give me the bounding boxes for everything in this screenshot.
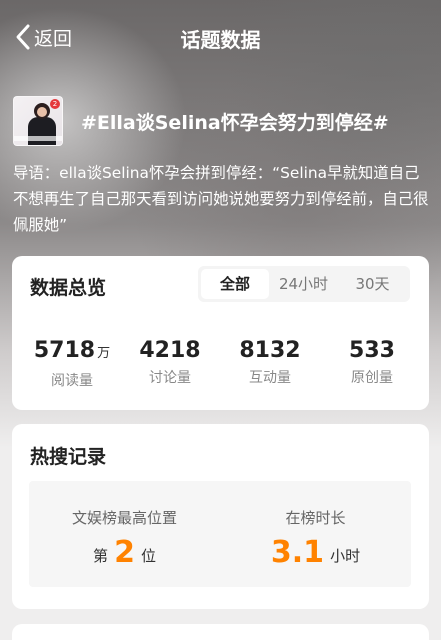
highest-rank: 文娱榜最高位置 第 2 位 bbox=[29, 481, 220, 587]
duration-label: 在榜时长 bbox=[285, 509, 346, 527]
tab-all[interactable]: 全部 bbox=[201, 269, 269, 299]
time-range-tabs: 全部 24小时 30天 bbox=[198, 266, 410, 302]
stat-value: 8132 bbox=[239, 338, 301, 363]
next-card bbox=[12, 624, 429, 640]
stat-interactions: 8132 互动量 bbox=[218, 338, 322, 387]
topic-intro: 导语：ella谈Selina怀孕会拼到停经：“Selina早就知道自己不想再生了… bbox=[13, 164, 429, 234]
tab-30d[interactable]: 30天 bbox=[338, 269, 407, 299]
stat-value: 533 bbox=[349, 338, 395, 363]
stat-originals: 533 原创量 bbox=[320, 338, 424, 387]
topic-header: 2 #Ella谈Selina怀孕会努力到停经# bbox=[13, 96, 433, 146]
rank-prefix: 第 bbox=[93, 547, 109, 565]
stat-label: 讨论量 bbox=[149, 370, 191, 386]
duration-unit: 小时 bbox=[330, 547, 361, 565]
page-title: 话题数据 bbox=[180, 28, 261, 52]
tab-24h[interactable]: 24小时 bbox=[269, 269, 338, 299]
topic-thumbnail: 2 bbox=[13, 96, 63, 146]
stat-value: 5718 bbox=[33, 338, 96, 363]
stats-row: 5718 万 阅读量 4218 讨论量 8132 互动量 533 原创量 bbox=[12, 338, 429, 390]
stat-value: 4218 bbox=[139, 338, 201, 363]
on-list-duration: 在榜时长 3.1 小时 bbox=[220, 481, 411, 587]
rank-suffix: 位 bbox=[140, 547, 156, 565]
rank-value: 2 bbox=[114, 535, 135, 570]
overview-card: 数据总览 全部 24小时 30天 5718 万 阅读量 4218 讨论量 8132… bbox=[12, 256, 429, 410]
hot-search-panel: 文娱榜最高位置 第 2 位 在榜时长 3.1 小时 bbox=[29, 481, 411, 587]
nav-bar: 返回 话题数据 bbox=[0, 0, 441, 74]
hot-search-card: 热搜记录 文娱榜最高位置 第 2 位 在榜时长 3.1 小时 bbox=[12, 424, 429, 609]
duration-value: 3.1 bbox=[270, 535, 325, 570]
stat-label: 互动量 bbox=[249, 370, 291, 386]
overview-title: 数据总览 bbox=[30, 277, 107, 299]
topic-title: #Ella谈Selina怀孕会努力到停经# bbox=[81, 111, 389, 134]
stat-label: 阅读量 bbox=[51, 373, 93, 389]
stat-reads: 5718 万 阅读量 bbox=[20, 338, 124, 390]
highest-rank-label: 文娱榜最高位置 bbox=[71, 509, 177, 527]
hot-search-title: 热搜记录 bbox=[30, 446, 107, 468]
stat-discussions: 4218 讨论量 bbox=[118, 338, 222, 387]
stat-unit: 万 bbox=[97, 346, 111, 361]
stat-label: 原创量 bbox=[351, 370, 393, 386]
